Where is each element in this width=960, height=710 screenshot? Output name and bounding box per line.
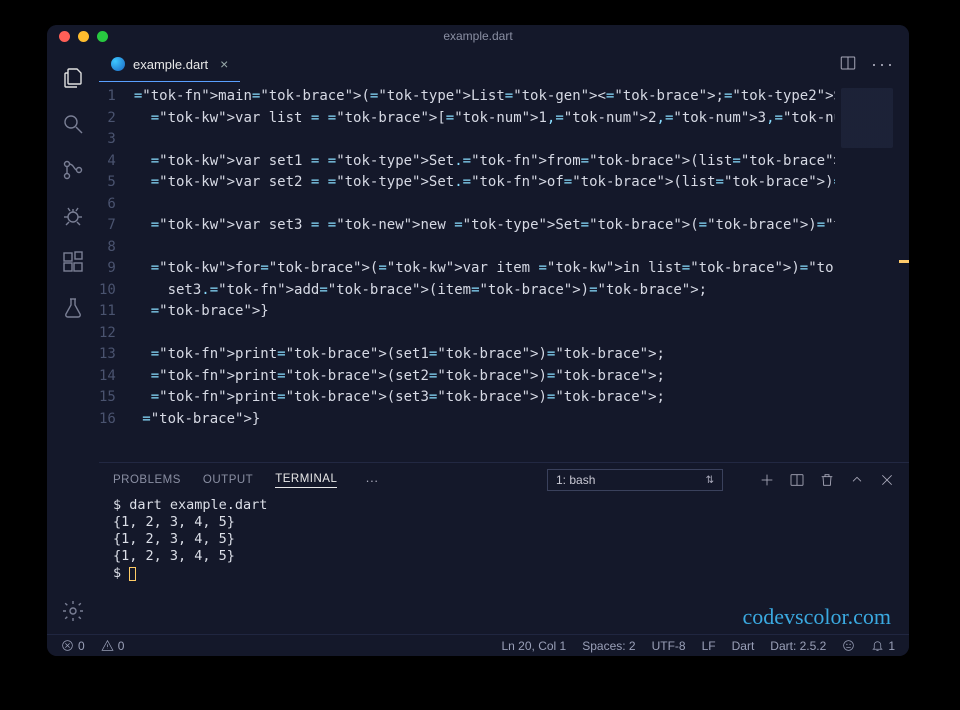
new-terminal-button[interactable] [759,472,775,488]
search-activity[interactable] [47,101,99,147]
status-errors[interactable]: 0 [57,639,89,653]
status-encoding[interactable]: UTF-8 [648,639,690,653]
output-tab[interactable]: OUTPUT [203,474,253,486]
status-dart-version[interactable]: Dart: 2.5.2 [766,639,830,653]
smiley-icon [842,639,855,652]
terminal-shell-label: 1: bash [556,473,595,487]
search-icon [61,112,85,136]
error-circle-icon [61,639,74,652]
code-editor[interactable]: 12345678910111213141516 ="tok-fn">main="… [99,82,835,462]
panel-more-button[interactable]: ··· [365,473,378,488]
minimap[interactable] [835,82,909,462]
debug-activity[interactable] [47,193,99,239]
status-indentation[interactable]: Spaces: 2 [578,639,639,653]
split-icon [839,54,857,72]
status-feedback[interactable] [838,639,859,652]
extensions-icon [61,250,85,274]
window-title: example.dart [47,29,909,43]
extensions-activity[interactable] [47,239,99,285]
status-eol[interactable]: LF [698,639,720,653]
split-terminal-button[interactable] [789,472,805,488]
status-bell-count: 1 [888,639,895,653]
bell-icon [871,639,884,652]
minimap-marker [899,260,909,263]
explorer-activity[interactable] [47,55,99,101]
line-number-gutter: 12345678910111213141516 [99,86,134,462]
status-warnings-count: 0 [118,639,125,653]
status-language[interactable]: Dart [728,639,759,653]
beaker-icon [61,296,85,320]
terminal-tab[interactable]: TERMINAL [275,473,337,488]
bottom-panel: PROBLEMS OUTPUT TERMINAL ··· 1: bash ⇅ [99,462,909,634]
settings-activity[interactable] [47,588,99,634]
source-control-activity[interactable] [47,147,99,193]
minimap-content [841,88,893,148]
terminal-output[interactable]: $ dart example.dart {1, 2, 3, 4, 5} {1, … [99,497,909,634]
status-bar: 0 0 Ln 20, Col 1 Spaces: 2 UTF-8 LF Dart… [47,634,909,656]
files-icon [61,66,85,90]
tab-filename: example.dart [133,57,208,72]
close-panel-button[interactable] [879,472,895,488]
code-content: ="tok-fn">main="tok-brace">(="tok-type">… [134,86,835,462]
source-control-icon [61,158,85,182]
gear-icon [61,599,85,623]
problems-tab[interactable]: PROBLEMS [113,474,181,486]
editor-tab-example-dart[interactable]: example.dart × [99,47,240,82]
terminal-shell-select[interactable]: 1: bash ⇅ [547,469,723,491]
maximize-panel-button[interactable] [849,472,865,488]
warning-triangle-icon [101,639,114,652]
kill-terminal-button[interactable] [819,472,835,488]
test-activity[interactable] [47,285,99,331]
editor-more-button[interactable]: ··· [871,54,895,75]
status-errors-count: 0 [78,639,85,653]
editor-tabs: example.dart × ··· [99,47,909,82]
status-notifications[interactable]: 1 [867,639,899,653]
split-editor-button[interactable] [839,54,857,75]
bug-icon [61,204,85,228]
window-titlebar: example.dart [47,25,909,47]
activity-bar [47,47,99,634]
close-tab-button[interactable]: × [216,56,228,72]
status-cursor-position[interactable]: Ln 20, Col 1 [498,639,571,653]
dart-file-icon [111,57,125,71]
status-warnings[interactable]: 0 [97,639,129,653]
chevron-updown-icon: ⇅ [706,475,714,486]
